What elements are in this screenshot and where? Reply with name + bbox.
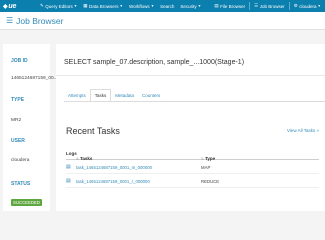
- log-file-icon[interactable]: ▤: [66, 178, 71, 184]
- detail-tabs: Attempts Tasks Metadata Counters: [64, 87, 164, 102]
- nav-search[interactable]: Search: [160, 4, 174, 9]
- task-type: MAP: [201, 165, 211, 170]
- tab-attempts[interactable]: Attempts: [64, 90, 90, 101]
- caret-down-icon: ▼: [197, 4, 202, 8]
- cog-icon: ⚙: [293, 3, 298, 8]
- app-header: ☰ Job Browser: [0, 12, 325, 30]
- caret-down-icon: ▼: [119, 4, 124, 8]
- nav-security-label: Security: [180, 3, 197, 9]
- task-id-link[interactable]: task_1465124687159_0001_r_000000: [76, 179, 150, 184]
- tabs-baseline: [64, 101, 325, 102]
- log-file-icon[interactable]: ▤: [66, 164, 71, 170]
- job-detail-panel: SELECT sample_07.description, sample_...…: [56, 44, 325, 211]
- nav-divider: [288, 2, 290, 10]
- file-icon: ▤: [214, 3, 219, 8]
- caret-down-icon: ▼: [150, 4, 155, 8]
- tab-counters[interactable]: Counters: [138, 90, 164, 101]
- nav-divider: [249, 2, 251, 10]
- nav-data-browsers[interactable]: ▦ Data Browsers ▼: [83, 3, 123, 9]
- job-title: SELECT sample_07.description, sample_...…: [64, 59, 245, 66]
- job-info-sidebar: JOB ID 1465124687159_00... TYPE MR2 USER…: [3, 44, 58, 211]
- status-label: STATUS: [11, 181, 31, 187]
- nav-right-group: ▤ File Browser ☰ Job Browser ⚙ cloudera …: [214, 2, 325, 10]
- nav-user-menu[interactable]: ⚙ cloudera ▼: [294, 3, 321, 9]
- title-divider: [56, 75, 325, 76]
- nav-workflows[interactable]: Workflows ▼: [129, 4, 154, 9]
- nav-data-browsers-label: Data Browsers: [89, 3, 119, 9]
- job-id-value: 1465124687159_00...: [11, 76, 58, 81]
- caret-down-icon: ▼: [317, 4, 321, 8]
- nav-file-browser[interactable]: ▤ File Browser: [214, 3, 245, 9]
- nav-workflows-label: Workflows: [129, 3, 150, 9]
- recent-tasks-heading: Recent Tasks: [66, 126, 120, 136]
- task-type: REDUCE: [201, 179, 220, 184]
- hue-logo[interactable]: ◆ ue: [0, 3, 40, 10]
- nav-user-label: cloudera: [299, 3, 317, 9]
- nav-job-browser[interactable]: ☰ Job Browser: [254, 3, 285, 9]
- table-row: ▤ task_1465124687159_0001_m_000000 MAP: [66, 160, 319, 174]
- top-navigation-bar: ◆ ue ✎ Query Editors ▼ ▦ Data Browsers ▼…: [0, 0, 325, 12]
- pencil-icon: ✎: [40, 3, 44, 8]
- table-header: Logs ⇅Tasks ⇅Type: [66, 151, 319, 161]
- table-row: ▤ task_1465124687159_0001_r_000000 REDUC…: [66, 174, 319, 188]
- type-value: MR2: [11, 118, 22, 123]
- tasks-table: Logs ⇅Tasks ⇅Type ▤ task_1465124687159_0…: [66, 151, 319, 188]
- type-label: TYPE: [11, 97, 25, 103]
- app-title[interactable]: Job Browser: [16, 16, 63, 26]
- task-id-link[interactable]: task_1465124687159_0001_m_000000: [76, 165, 152, 170]
- job-browser-icon: ☰: [6, 16, 14, 25]
- nav-query-editors[interactable]: ✎ Query Editors ▼: [40, 3, 77, 9]
- logo-text: ue: [8, 2, 17, 10]
- tab-metadata[interactable]: Metadata: [111, 90, 138, 101]
- logo-icon: ◆: [3, 3, 8, 10]
- list-icon: ☰: [254, 3, 259, 8]
- caret-down-icon: ▼: [73, 4, 78, 8]
- user-label: USER: [11, 138, 25, 144]
- grid-icon: ▦: [83, 3, 88, 8]
- nav-file-browser-label: File Browser: [220, 3, 246, 9]
- nav-security[interactable]: Security ▼: [180, 4, 201, 9]
- nav-search-label: Search: [160, 3, 175, 9]
- nav-job-browser-label: Job Browser: [259, 3, 285, 9]
- view-all-tasks-link[interactable]: View All Tasks »: [287, 128, 319, 133]
- status-badge: SUCCEEDED: [11, 199, 42, 206]
- user-value: cloudera: [11, 158, 30, 163]
- job-id-label: JOB ID: [11, 58, 28, 64]
- nav-query-editors-label: Query Editors: [45, 3, 73, 9]
